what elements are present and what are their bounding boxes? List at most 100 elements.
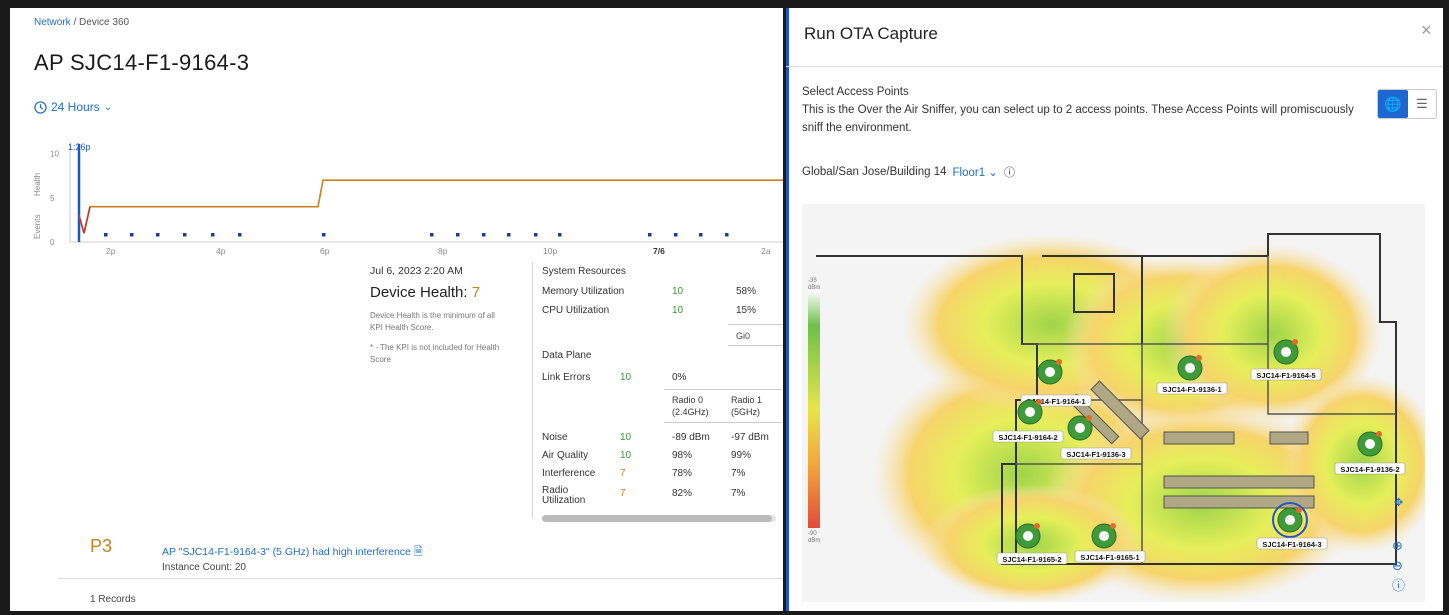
- ap-center: [1025, 407, 1035, 417]
- location-path-text: Global/San Jose/Building 14: [802, 166, 947, 178]
- health-timeline-chart[interactable]: 10 5 0 Health Events 1:26p 2p 4p 6p 8p 10p 7/6 2…: [26, 136, 783, 256]
- ap-status-dot: [1196, 355, 1202, 361]
- event-marker[interactable]: [674, 233, 678, 237]
- issue-link[interactable]: AP "SJC14-F1-9164-3" (5 GHz) had high in…: [162, 543, 423, 562]
- legend-top-unit: dBm: [808, 285, 820, 291]
- close-icon[interactable]: ×: [1421, 20, 1432, 41]
- instance-count: Instance Count: 20: [162, 562, 246, 573]
- device-360-page: Network / Device 360 AP SJC14-F1-9164-3 …: [10, 8, 783, 611]
- ap-status-dot: [1056, 359, 1062, 365]
- zoom-in-icon[interactable]: ⊕: [1392, 539, 1403, 554]
- radio0-header: Radio 0 (2.4GHz): [672, 394, 709, 418]
- ap-center: [1281, 347, 1291, 357]
- radio1-header: Radio 1 (5GHz): [731, 394, 762, 418]
- ap-label: SJC14-F1-9136-3: [1066, 450, 1125, 459]
- table-divider: [664, 389, 782, 390]
- cpu-utilization-label: CPU Utilization: [542, 305, 610, 316]
- ota-capture-panel: Run OTA Capture × Select Access Points T…: [786, 8, 1443, 611]
- event-marker[interactable]: [558, 233, 562, 237]
- legend-bottom-unit: dBm: [808, 538, 820, 544]
- event-marker[interactable]: [430, 233, 434, 237]
- event-marker[interactable]: [648, 233, 652, 237]
- info-circle-icon[interactable]: ⓘ: [1392, 579, 1405, 594]
- radio-utilization-score: 7: [620, 488, 626, 499]
- tooltip-date: Jul 6, 2023 2:20 AM: [370, 265, 463, 277]
- event-marker[interactable]: [725, 233, 729, 237]
- interference-radio0: 78%: [672, 468, 693, 479]
- ap-center: [1075, 423, 1085, 433]
- interference-radio1: 7%: [731, 468, 746, 479]
- event-marker[interactable]: [104, 233, 108, 237]
- radio-utilization-radio0: 82%: [672, 488, 693, 499]
- location-path: Global/San Jose/Building 14 Floor1 ⌄ ⓘ: [802, 164, 1015, 180]
- time-range-label: 24 Hours: [51, 100, 100, 114]
- ap-center: [1285, 515, 1295, 525]
- event-marker[interactable]: [699, 233, 703, 237]
- breadcrumb-current: Device 360: [79, 17, 130, 28]
- ap-label: SJC14-F1-9136-2: [1340, 465, 1399, 474]
- ap-status-dot: [1296, 507, 1302, 513]
- link-errors-score: 10: [620, 372, 632, 383]
- ap-status-dot: [1036, 399, 1042, 405]
- y-tick-label: 5: [50, 194, 55, 203]
- select-access-points-label: Select Access Points: [802, 86, 909, 98]
- event-marker[interactable]: [482, 233, 486, 237]
- radio-utilization-radio1: 7%: [731, 488, 746, 499]
- panel-title: Run OTA Capture: [804, 24, 938, 43]
- table-divider: [664, 422, 782, 423]
- interface-gi0: Gi0: [728, 324, 783, 346]
- globe-icon[interactable]: 🌐: [1378, 90, 1408, 118]
- divider: [786, 66, 1443, 67]
- ap-status-dot: [1376, 431, 1382, 437]
- event-marker[interactable]: [130, 233, 134, 237]
- memory-utilization-value: 58%: [736, 286, 757, 297]
- ap-label: SJC14-F1-9164-2: [998, 433, 1057, 442]
- view-toggle: 🌐 ☰: [1377, 89, 1437, 119]
- chevron-down-icon: ⌄: [103, 101, 113, 113]
- floor-dropdown[interactable]: Floor1 ⌄: [953, 165, 998, 179]
- tooltip-scrollbar[interactable]: [542, 515, 776, 522]
- document-icon[interactable]: 🗎: [414, 546, 423, 558]
- event-marker[interactable]: [322, 233, 326, 237]
- floor-map[interactable]: -35 dBm -90 dBm SJC14-F1-9164-5SJC14-F1-…: [802, 204, 1425, 602]
- event-marker[interactable]: [211, 233, 215, 237]
- ap-status-dot: [1110, 523, 1116, 529]
- radio1-band: (5GHz): [731, 407, 760, 417]
- air-quality-score: 10: [620, 450, 632, 461]
- ap-label: SJC14-F1-9136-1: [1162, 385, 1221, 394]
- event-marker[interactable]: [238, 233, 242, 237]
- tooltip-divider: [532, 262, 533, 518]
- move-icon[interactable]: ✥: [1394, 496, 1403, 509]
- ap-center: [1023, 531, 1033, 541]
- ap-label: SJC14-F1-9165-2: [1002, 555, 1061, 564]
- zoom-out-icon[interactable]: ⊖: [1392, 559, 1403, 574]
- screen: Network / Device 360 AP SJC14-F1-9164-3 …: [0, 0, 1449, 615]
- event-marker[interactable]: [456, 233, 460, 237]
- x-tick-label: 8p: [438, 246, 448, 256]
- x-tick-label: 10p: [543, 246, 557, 256]
- time-range-dropdown[interactable]: 24 Hours ⌄: [34, 100, 112, 114]
- ap-label: SJC14-F1-9165-1: [1080, 553, 1139, 562]
- breadcrumb-network-link[interactable]: Network: [34, 17, 71, 28]
- device-health-value: 7: [471, 284, 481, 301]
- breadcrumb-separator: /: [73, 17, 77, 28]
- event-marker[interactable]: [156, 233, 160, 237]
- ap-status-dot: [1086, 415, 1092, 421]
- ap-center: [1365, 439, 1375, 449]
- link-errors-value: 0%: [672, 372, 687, 383]
- health-tooltip: Jul 6, 2023 2:20 AM Device Health: 7 Dev…: [366, 260, 783, 526]
- list-icon[interactable]: ☰: [1408, 90, 1436, 118]
- air-quality-radio1: 99%: [731, 450, 752, 461]
- event-marker[interactable]: [183, 233, 187, 237]
- info-icon[interactable]: ⓘ: [1004, 164, 1015, 180]
- air-quality-label: Air Quality: [542, 450, 589, 461]
- cpu-utilization-score: 10: [672, 305, 684, 316]
- chart-cursor-label: 1:26p: [68, 142, 91, 152]
- sniffer-description: This is the Over the Air Sniffer, you ca…: [802, 104, 1354, 134]
- event-marker[interactable]: [534, 233, 538, 237]
- ap-status-dot: [1292, 339, 1298, 345]
- noise-radio0: -89 dBm: [672, 432, 710, 443]
- scrollbar-thumb[interactable]: [542, 515, 772, 522]
- signal-legend-bar: [808, 290, 820, 528]
- event-marker[interactable]: [507, 233, 511, 237]
